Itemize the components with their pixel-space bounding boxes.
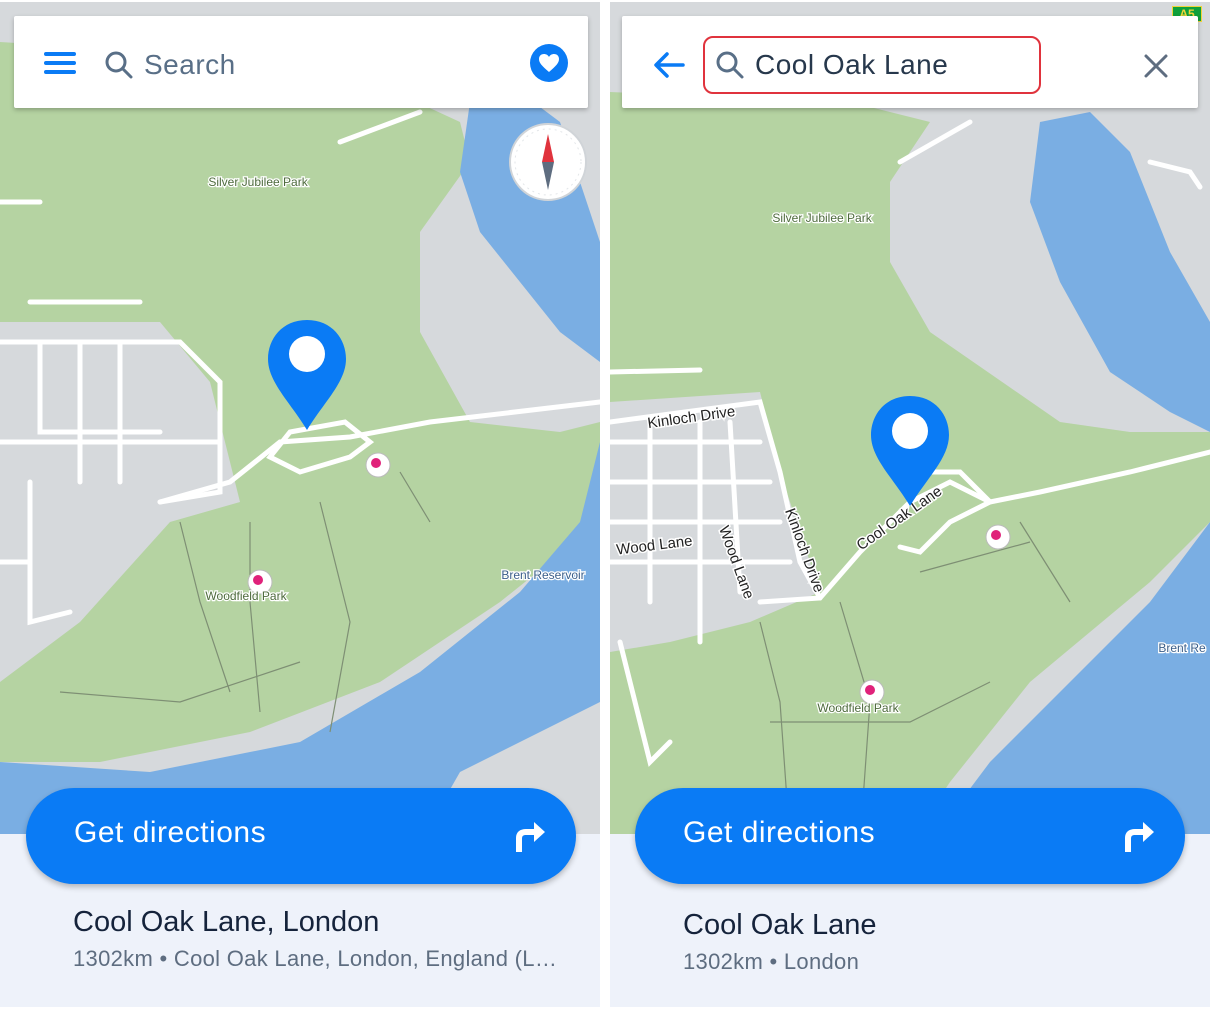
map-label-woodfield-park: Woodfield Park bbox=[817, 701, 899, 715]
map-label-brent-reservoir: Brent Reservoir bbox=[501, 568, 584, 582]
search-value: Cool Oak Lane bbox=[755, 49, 949, 80]
search-bar: Search bbox=[14, 16, 588, 108]
place-subtitle: 1302km • London bbox=[683, 949, 860, 974]
search-icon bbox=[716, 51, 744, 79]
place-subtitle: 1302km • Cool Oak Lane, London, England … bbox=[73, 946, 558, 971]
turn-right-icon bbox=[516, 822, 545, 852]
map-view[interactable]: Silver Jubilee Park Woodfield Park Brent… bbox=[610, 2, 1210, 842]
get-directions-label: Get directions bbox=[74, 816, 267, 849]
map-screen-search: Silver Jubilee Park Woodfield Park Brent… bbox=[0, 2, 600, 1007]
search-input[interactable]: Search bbox=[104, 36, 504, 94]
search-input[interactable]: Cool Oak Lane bbox=[703, 36, 1041, 94]
arrow-left-icon[interactable] bbox=[652, 50, 686, 80]
turn-right-icon bbox=[1125, 822, 1154, 852]
compass-icon[interactable] bbox=[508, 122, 588, 202]
search-icon bbox=[105, 51, 133, 79]
menu-icon[interactable] bbox=[44, 52, 76, 74]
heart-icon[interactable] bbox=[530, 44, 568, 82]
get-directions-button[interactable]: Get directions bbox=[635, 788, 1185, 884]
poi-icon bbox=[365, 452, 391, 478]
map-label-silver-jubilee-park: Silver Jubilee Park bbox=[208, 175, 308, 189]
map-label-silver-jubilee-park: Silver Jubilee Park bbox=[772, 211, 872, 225]
map-screen-result: Silver Jubilee Park Woodfield Park Brent… bbox=[610, 2, 1210, 1007]
place-title: Cool Oak Lane bbox=[683, 909, 877, 941]
search-placeholder: Search bbox=[144, 49, 236, 80]
close-icon[interactable] bbox=[1142, 52, 1170, 80]
place-title: Cool Oak Lane, London bbox=[73, 906, 380, 938]
search-bar: Cool Oak Lane bbox=[622, 16, 1198, 108]
get-directions-button[interactable]: Get directions bbox=[26, 788, 576, 884]
map-label-woodfield-park: Woodfield Park bbox=[205, 589, 287, 603]
get-directions-label: Get directions bbox=[683, 816, 876, 849]
map-label-brent-reservoir: Brent Re bbox=[1158, 641, 1206, 655]
